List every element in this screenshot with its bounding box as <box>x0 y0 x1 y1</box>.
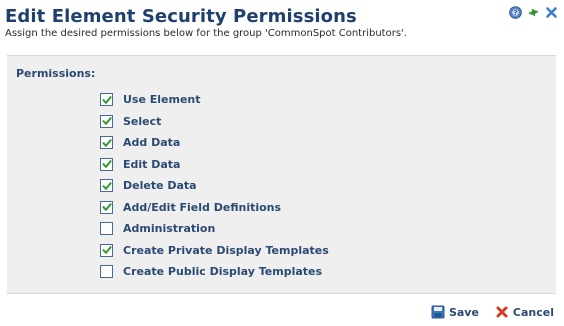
checkmark-icon <box>102 160 112 169</box>
save-icon <box>431 305 445 319</box>
cancel-icon <box>495 305 509 319</box>
svg-text:?: ? <box>513 9 517 17</box>
permission-row[interactable]: Add/Edit Field Definitions <box>100 197 329 219</box>
checkmark-icon <box>102 138 112 147</box>
permission-checkbox[interactable] <box>100 222 113 236</box>
close-icon[interactable] <box>545 6 558 19</box>
permission-checkbox[interactable] <box>100 114 113 128</box>
checkmark-icon <box>102 203 112 212</box>
save-button[interactable]: Save <box>431 305 479 319</box>
checkmark-icon <box>102 95 112 104</box>
permission-label: Add/Edit Field Definitions <box>123 200 282 214</box>
checkmark-icon <box>102 181 112 190</box>
permission-row[interactable]: Add Data <box>100 132 329 154</box>
permission-row[interactable]: Create Public Display Templates <box>100 261 329 283</box>
permission-label: Delete Data <box>123 179 197 193</box>
permissions-label: Permissions: <box>16 67 96 80</box>
permission-row[interactable]: Delete Data <box>100 175 329 197</box>
permission-checkbox[interactable] <box>100 157 113 171</box>
permission-checkbox[interactable] <box>100 179 113 193</box>
permission-label: Administration <box>123 222 216 236</box>
page-title: Edit Element Security Permissions <box>5 6 357 27</box>
checkmark-icon <box>102 117 112 126</box>
permission-label: Add Data <box>123 136 181 150</box>
save-label: Save <box>448 305 479 319</box>
permission-label: Create Private Display Templates <box>123 243 329 257</box>
checkmark-icon <box>102 246 112 255</box>
permission-row[interactable]: Administration <box>100 218 329 240</box>
permission-row[interactable]: Create Private Display Templates <box>100 240 329 262</box>
permission-checkbox[interactable] <box>100 243 113 257</box>
permission-checkbox[interactable] <box>100 136 113 150</box>
permissions-list: Use Element Select Add Data Edit Data Delete… <box>100 89 329 283</box>
permission-row[interactable]: Select <box>100 111 329 133</box>
permission-label: Select <box>123 114 162 128</box>
dialog-footer: Save Cancel <box>431 305 554 319</box>
dialog-header: Edit Element Security Permissions Assign… <box>5 6 557 46</box>
permission-checkbox[interactable] <box>100 265 113 279</box>
permission-row[interactable]: Use Element <box>100 89 329 111</box>
permission-checkbox[interactable] <box>100 200 113 214</box>
refresh-icon[interactable] <box>527 6 540 19</box>
permissions-panel: Permissions: Use Element Select Add Data Ed… <box>7 55 556 294</box>
permission-label: Use Element <box>123 93 201 107</box>
page-subtitle: Assign the desired permissions below for… <box>5 28 407 39</box>
permission-checkbox[interactable] <box>100 93 113 107</box>
permission-row[interactable]: Edit Data <box>100 154 329 176</box>
cancel-button[interactable]: Cancel <box>495 305 554 319</box>
cancel-label: Cancel <box>512 305 554 319</box>
top-toolbar: ? <box>509 6 558 19</box>
help-icon[interactable]: ? <box>509 6 522 19</box>
permission-label: Edit Data <box>123 157 181 171</box>
permission-label: Create Public Display Templates <box>123 265 323 279</box>
